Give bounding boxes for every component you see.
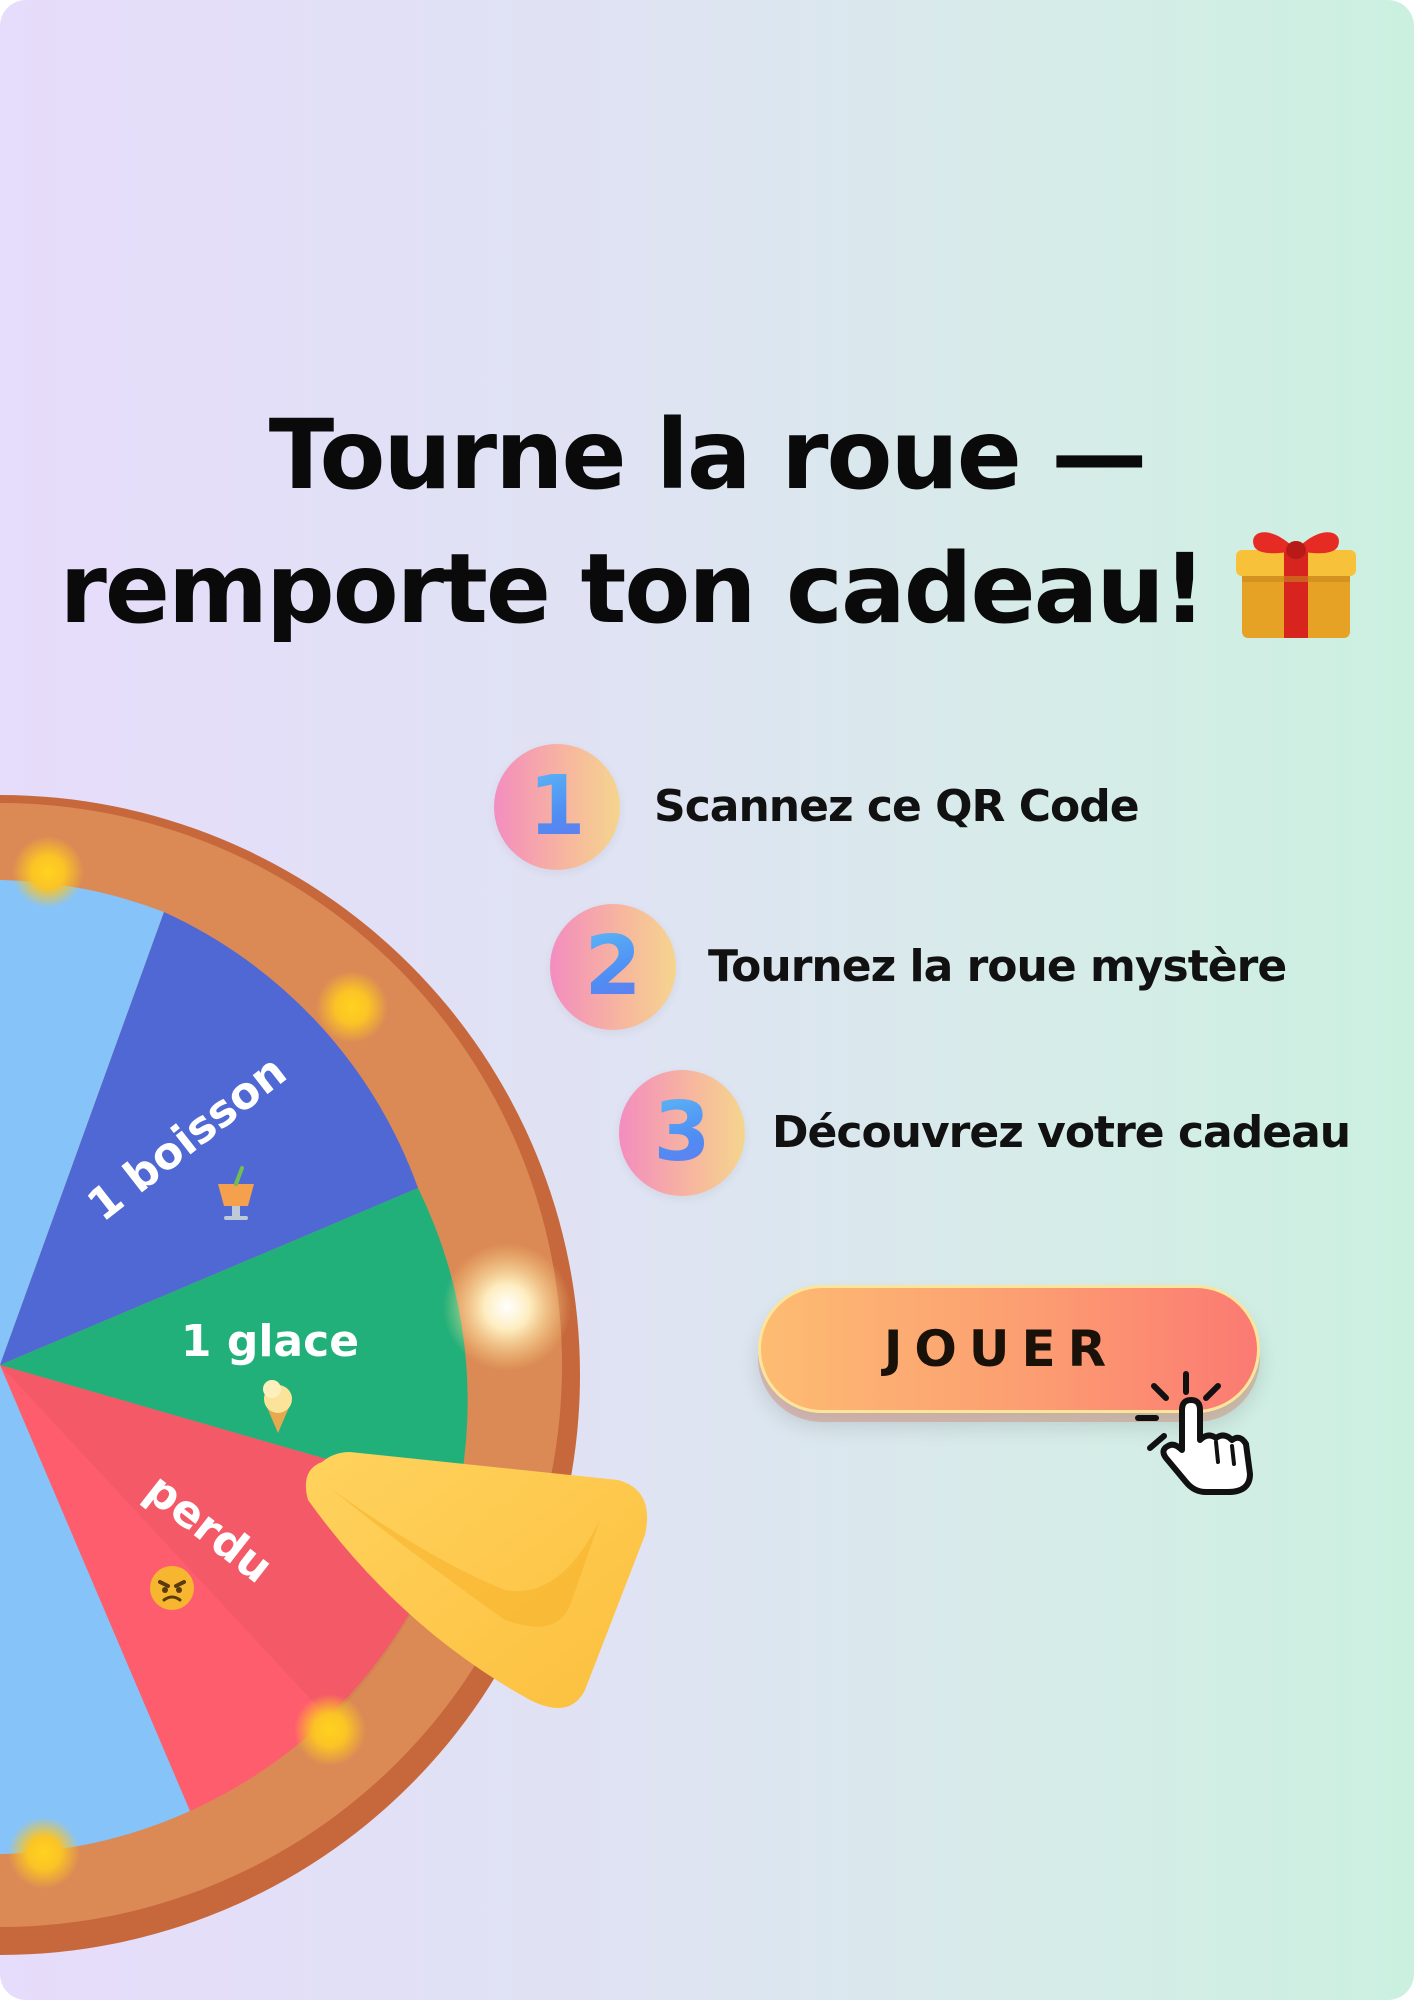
segment-label-glace: 1 glace [181,1316,359,1367]
rim-bulb [12,836,84,908]
gift-icon [1236,532,1356,638]
rim-bulb [294,1694,366,1766]
rim-bulb [8,1817,80,1889]
rim-bulb [316,971,388,1043]
pointing-hand-click-icon [1135,1371,1253,1495]
page-title: Tourne la roue — remporte ton cadeau! [40,388,1374,656]
step-2-number: 2 [550,904,676,1030]
step-3-label: Découvrez votre cadeau [772,1107,1351,1158]
step-1-number: 1 [494,744,620,870]
step-2-label: Tournez la roue mystère [708,941,1287,992]
step-1-label: Scannez ce QR Code [654,781,1140,832]
title-line-1: Tourne la roue — [268,399,1148,511]
title-line-2: remporte ton cadeau! [40,522,1374,656]
step-1: 1 Scannez ce QR Code [494,744,1144,874]
step-3-number: 3 [619,1070,745,1196]
angry-face-icon [150,1566,194,1610]
title-line-2-text: remporte ton cadeau! [59,533,1207,645]
step-3: 3 Découvrez votre cadeau [619,1070,1379,1200]
step-2: 2 Tournez la roue mystère [550,904,1330,1034]
rim-sparkle [443,1243,571,1371]
promo-page: 1 boisson 1 glace perdu Tourne la roue —… [0,0,1414,2000]
